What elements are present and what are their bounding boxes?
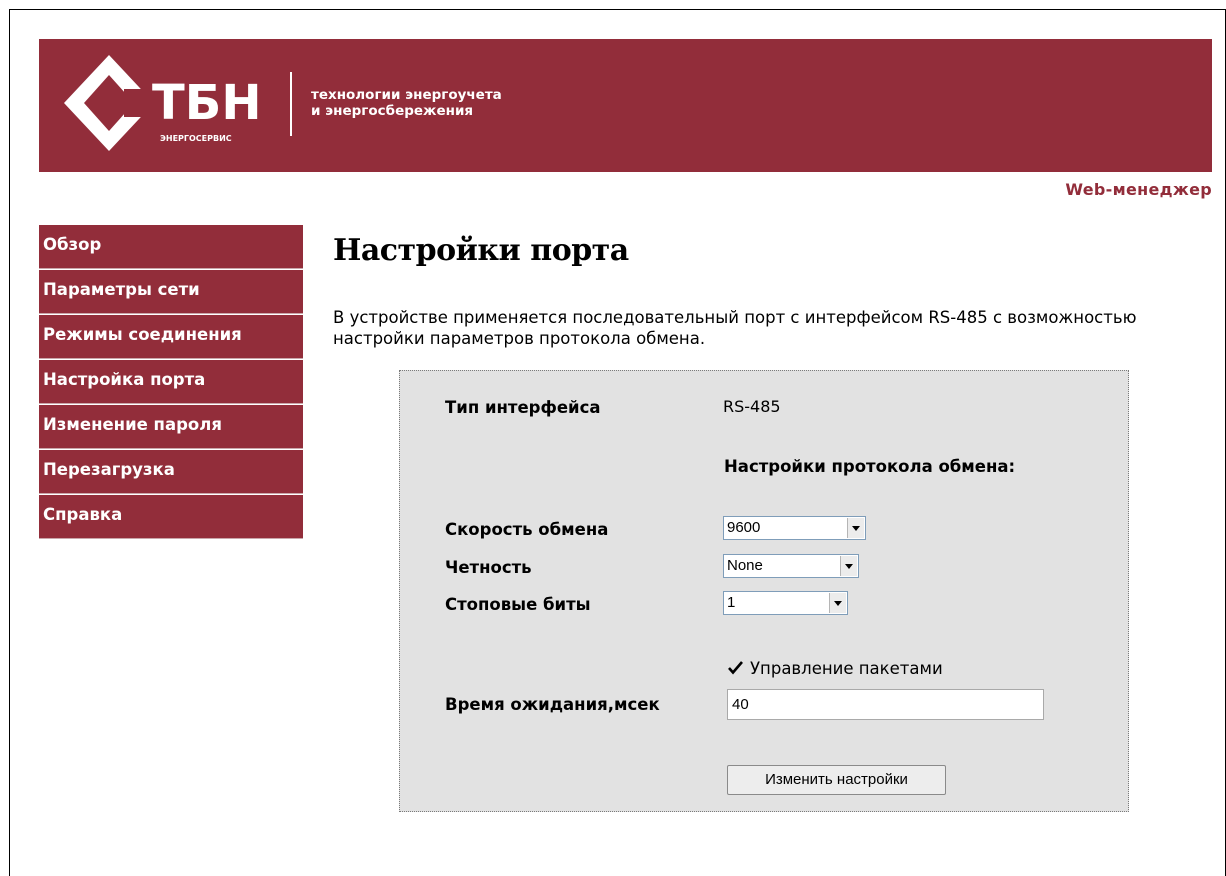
- logo-subtext: ЭНЕРГОСЕРВИС: [160, 134, 232, 143]
- intro-text: В устройстве применяется последовательны…: [333, 308, 1137, 348]
- parity-select[interactable]: None: [723, 554, 859, 578]
- tagline-line-2: и энергосбережения: [311, 103, 474, 119]
- interface-type-value: RS-485: [723, 397, 781, 416]
- apply-settings-button[interactable]: Изменить настройки: [727, 765, 946, 795]
- timeout-label: Время ожидания,мсек: [445, 695, 660, 714]
- sidebar-nav: Обзор Параметры сети Режимы соединения Н…: [39, 225, 303, 540]
- sidebar-item-overview[interactable]: Обзор: [39, 225, 303, 269]
- baud-rate-label: Скорость обмена: [445, 520, 609, 539]
- stop-bits-value: 1: [727, 594, 736, 611]
- logo-emblem-icon: ТБН ЭНЕРГОСЕРВИС: [64, 55, 262, 151]
- company-tagline: технологии энергоучета и энергосбережени…: [311, 87, 502, 119]
- sidebar-item-help[interactable]: Справка: [39, 495, 303, 539]
- timeout-input[interactable]: 40: [727, 689, 1044, 720]
- stop-bits-select[interactable]: 1: [723, 591, 848, 615]
- chevron-down-icon[interactable]: [829, 593, 846, 613]
- interface-type-label: Тип интерфейса: [445, 398, 601, 417]
- web-manager-label: Web-менеджер: [1065, 180, 1212, 199]
- parity-label: Четность: [445, 558, 532, 577]
- packet-control-label: Управление пакетами: [750, 659, 943, 678]
- sidebar-item-change-password[interactable]: Изменение пароля: [39, 405, 303, 449]
- parity-value: None: [727, 557, 763, 574]
- header-banner: ТБН ЭНЕРГОСЕРВИС технологии энергоучета …: [39, 39, 1212, 172]
- company-logo: ТБН ЭНЕРГОСЕРВИС: [64, 53, 314, 153]
- packet-control-checkbox[interactable]: [727, 659, 744, 676]
- chevron-down-icon[interactable]: [840, 556, 857, 576]
- stop-bits-label: Стоповые биты: [445, 595, 591, 614]
- sidebar-item-port-settings[interactable]: Настройка порта: [39, 360, 303, 404]
- tagline-line-1: технологии энергоучета: [311, 87, 502, 103]
- protocol-heading: Настройки протокола обмена:: [724, 457, 1016, 476]
- packet-control-row: Управление пакетами: [727, 659, 943, 678]
- chevron-down-icon[interactable]: [847, 518, 864, 538]
- sidebar-item-network[interactable]: Параметры сети: [39, 270, 303, 314]
- port-settings-panel: Тип интерфейса RS-485 Настройки протокол…: [399, 370, 1129, 812]
- page-title: Настройки порта: [333, 233, 629, 268]
- baud-rate-select[interactable]: 9600: [723, 516, 866, 540]
- logo-divider: [290, 72, 292, 136]
- checkmark-icon: [728, 661, 743, 675]
- sidebar-item-reboot[interactable]: Перезагрузка: [39, 450, 303, 494]
- logo-text: ТБН: [152, 75, 262, 131]
- sidebar-item-connection-modes[interactable]: Режимы соединения: [39, 315, 303, 359]
- baud-rate-value: 9600: [727, 519, 761, 536]
